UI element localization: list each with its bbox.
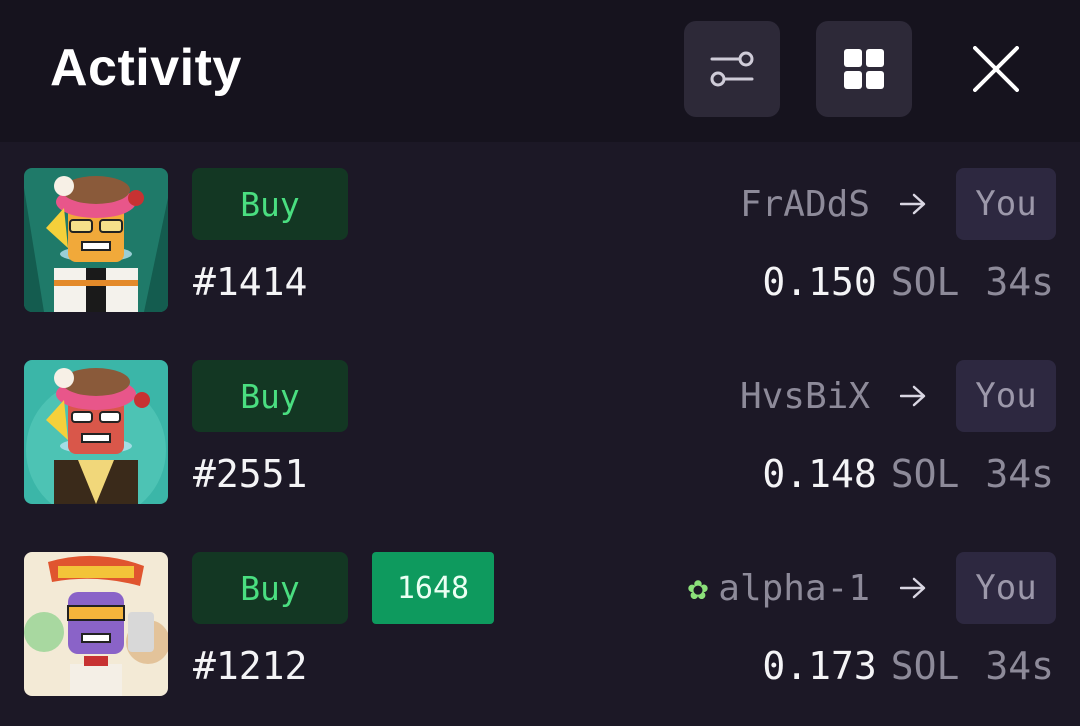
filter-button[interactable] (684, 21, 780, 117)
buy-label: Buy (192, 168, 348, 240)
price-amount: 0.148 (762, 452, 877, 496)
price-currency: SOL (890, 452, 960, 496)
price-currency: SOL (890, 260, 960, 304)
time-ago: 34s (985, 644, 1054, 688)
token-id: #1414 (193, 260, 308, 304)
page-title: Activity (50, 39, 242, 97)
transfer-info: FrADdS You (740, 168, 1056, 240)
buy-label: Buy (192, 552, 348, 624)
close-button[interactable] (962, 35, 1030, 103)
from-address[interactable]: HvsBiX (740, 376, 870, 417)
nft-thumbnail[interactable] (24, 552, 168, 696)
nft-thumbnail[interactable] (24, 360, 168, 504)
arrow-right-icon (900, 385, 926, 407)
from-address[interactable]: ✿ alpha-1 (688, 568, 870, 609)
rarity-rank-badge: 1648 (372, 552, 494, 624)
transfer-info: ✿ alpha-1 You (688, 552, 1056, 624)
price-info: 0.173 SOL 34s (762, 644, 1054, 688)
arrow-right-icon (900, 577, 926, 599)
from-address-label: FrADdS (739, 183, 870, 225)
sliders-icon (710, 51, 754, 87)
from-address[interactable]: FrADdS (740, 184, 870, 225)
to-address-you[interactable]: You (956, 360, 1056, 432)
grid-view-button[interactable] (816, 21, 912, 117)
to-address-you[interactable]: You (956, 168, 1056, 240)
buy-label: Buy (192, 360, 348, 432)
close-icon (973, 46, 1019, 92)
token-id: #2551 (193, 452, 308, 496)
time-ago: 34s (985, 452, 1054, 496)
activity-row[interactable]: Buy #2551 HvsBiX You 0.148 SOL 34s (0, 334, 1080, 526)
gear-badge-icon: ✿ (687, 568, 709, 608)
grid-icon (844, 49, 884, 89)
activity-row[interactable]: Buy #1414 FrADdS You 0.150 SOL 34s (0, 142, 1080, 334)
transfer-info: HvsBiX You (740, 360, 1056, 432)
from-address-label: HvsBiX (739, 375, 870, 417)
to-address-you[interactable]: You (956, 552, 1056, 624)
time-ago: 34s (985, 260, 1054, 304)
price-info: 0.150 SOL 34s (762, 260, 1054, 304)
price-currency: SOL (890, 644, 960, 688)
arrow-right-icon (900, 193, 926, 215)
from-address-label: alpha-1 (718, 567, 870, 609)
token-id: #1212 (193, 644, 308, 688)
price-amount: 0.150 (762, 260, 877, 304)
price-info: 0.148 SOL 34s (762, 452, 1054, 496)
activity-header: Activity (0, 0, 1080, 142)
activity-row[interactable]: Buy 1648 #1212 ✿ alpha-1 You 0.173 SOL 3… (0, 526, 1080, 718)
nft-thumbnail[interactable] (24, 168, 168, 312)
price-amount: 0.173 (762, 644, 877, 688)
